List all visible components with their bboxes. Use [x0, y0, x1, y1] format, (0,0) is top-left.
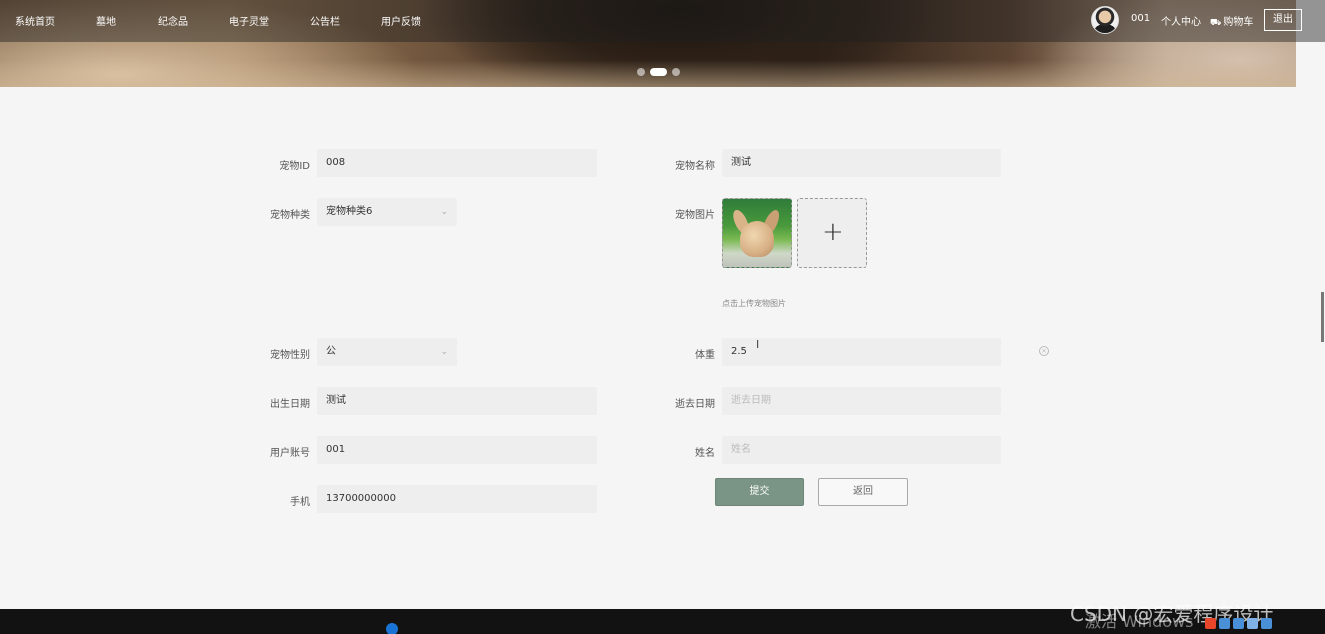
top-navigation: 系统首页 墓地 纪念品 电子灵堂 公告栏 用户反馈 001 个人中心 ⛟ 购物车 … — [0, 0, 1325, 42]
carousel-dot-1[interactable] — [637, 68, 645, 76]
carousel-indicators — [637, 68, 680, 76]
ime-icon[interactable] — [1205, 618, 1216, 629]
pet-name-input[interactable]: 测试 — [722, 149, 1001, 177]
death-date-input[interactable]: 逝去日期 — [722, 387, 1001, 415]
profile-link[interactable]: 个人中心 — [1161, 13, 1201, 28]
logout-button[interactable]: 退出 — [1264, 9, 1302, 31]
clear-icon[interactable]: × — [1039, 346, 1049, 356]
pet-image-thumbnail[interactable] — [722, 198, 792, 268]
nav-item-memorial-hall[interactable]: 电子灵堂 — [229, 13, 269, 28]
birth-date-label: 出生日期 — [270, 399, 310, 410]
birth-date-input[interactable]: 测试 — [317, 387, 597, 415]
plus-icon: + — [822, 217, 844, 247]
pet-type-select[interactable]: 宠物种类6 ⌄ — [317, 198, 457, 226]
phone-label: 手机 — [290, 497, 310, 508]
back-button[interactable]: 返回 — [818, 478, 908, 506]
submit-button[interactable]: 提交 — [715, 478, 804, 506]
upload-hint: 点击上传宠物图片 — [722, 299, 786, 308]
cart-link[interactable]: ⛟ 购物车 — [1210, 13, 1253, 29]
nav-item-notice-board[interactable]: 公告栏 — [310, 13, 340, 28]
scrollbar-thumb[interactable] — [1321, 292, 1324, 342]
chevron-down-icon: ⌄ — [440, 347, 448, 357]
tray-icon[interactable] — [1233, 618, 1244, 629]
death-date-label: 逝去日期 — [675, 399, 715, 410]
pet-gender-select[interactable]: 公 ⌄ — [317, 338, 457, 366]
pet-id-input[interactable]: 008 — [317, 149, 597, 177]
user-account-input[interactable]: 001 — [317, 436, 597, 464]
taskbar-app-icon[interactable] — [386, 623, 398, 634]
carousel-dot-2[interactable] — [650, 68, 667, 76]
tray-icon[interactable] — [1261, 618, 1272, 629]
avatar[interactable] — [1091, 6, 1119, 34]
text-cursor-icon: I — [756, 338, 760, 351]
nav-item-feedback[interactable]: 用户反馈 — [381, 13, 421, 28]
system-tray — [1205, 618, 1272, 629]
user-name: 001 — [1131, 13, 1151, 24]
pet-name-label: 宠物名称 — [675, 161, 715, 172]
carousel-dot-3[interactable] — [672, 68, 680, 76]
tray-icon[interactable] — [1219, 618, 1230, 629]
phone-input[interactable]: 13700000000 — [317, 485, 597, 513]
cart-icon: ⛟ — [1210, 18, 1222, 28]
nav-item-home[interactable]: 系统首页 — [15, 13, 55, 28]
nav-item-cemetery[interactable]: 墓地 — [96, 13, 116, 28]
name-label: 姓名 — [695, 448, 715, 459]
weight-label: 体重 — [695, 350, 715, 361]
keyboard-icon[interactable] — [1247, 618, 1258, 629]
pet-gender-label: 宠物性别 — [270, 350, 310, 361]
rabbit-body — [740, 221, 774, 257]
pet-gender-value: 公 — [326, 346, 336, 357]
chevron-down-icon: ⌄ — [440, 207, 448, 217]
cart-label: 购物车 — [1223, 17, 1254, 28]
user-account-label: 用户账号 — [270, 448, 310, 459]
pet-image-label: 宠物图片 — [675, 210, 715, 221]
nav-item-souvenir[interactable]: 纪念品 — [158, 13, 188, 28]
pet-type-label: 宠物种类 — [270, 210, 310, 221]
upload-image-button[interactable]: + — [797, 198, 867, 268]
pet-id-label: 宠物ID — [279, 161, 310, 172]
name-input[interactable]: 姓名 — [722, 436, 1001, 464]
pet-type-value: 宠物种类6 — [326, 206, 373, 217]
weight-input[interactable]: 2.5 — [722, 338, 1001, 366]
